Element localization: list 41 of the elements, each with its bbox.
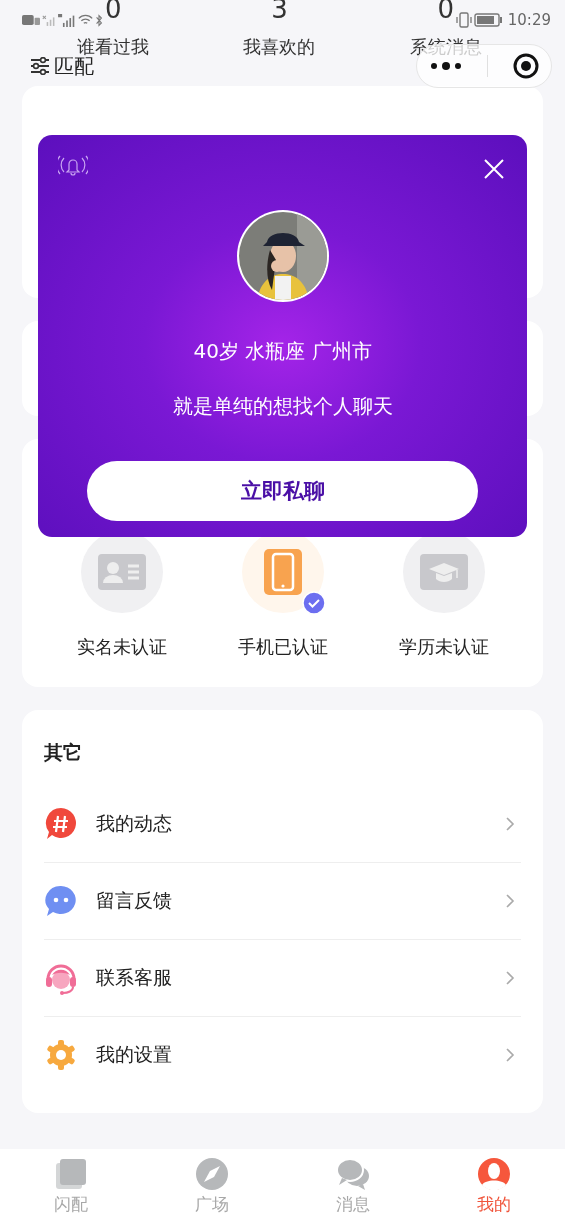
counter-label[interactable]: 我喜欢的 [243, 35, 316, 59]
tab[interactable]: 我的 [444, 1149, 545, 1225]
wifi-icon [78, 14, 93, 26]
bell-ringing-icon [58, 154, 88, 176]
menu-row[interactable]: 留言反馈 [44, 863, 521, 940]
close-icon[interactable] [484, 159, 504, 179]
chat-now-button[interactable]: 立即私聊 [87, 461, 478, 521]
close-target-icon[interactable] [512, 53, 539, 79]
profile-info: 40岁 水瓶座 广州市 [193, 338, 372, 365]
menu-label: 留言反馈 [96, 888, 173, 913]
profile-message: 就是单纯的想找个人聊天 [172, 393, 393, 420]
section-title: 其它 [44, 740, 83, 765]
hashtag-icon [44, 807, 78, 841]
sliders-icon [30, 57, 50, 75]
more-icon[interactable] [429, 61, 462, 71]
chevron-icon [505, 816, 515, 832]
status-time: 10:29 [507, 11, 551, 29]
cards-icon [53, 1157, 88, 1191]
signal-icon [58, 13, 76, 27]
gear-icon [44, 1038, 78, 1072]
verification-label: 手机已认证 [237, 635, 328, 659]
battery-icon [473, 13, 502, 27]
menu-label: 我的动态 [96, 811, 173, 836]
bluetooth-icon [95, 13, 103, 27]
menu-row[interactable]: 联系客服 [44, 940, 521, 1017]
chevron-icon [505, 970, 515, 986]
hd-icon [22, 15, 40, 25]
chat-bubble-icon [44, 884, 78, 918]
menu-row[interactable]: 我的动态 [44, 786, 521, 863]
menu-label: 联系客服 [96, 965, 173, 990]
chevron-icon [505, 1047, 515, 1063]
vibrate-icon [455, 12, 472, 28]
menu-row[interactable]: 我的设置 [44, 1017, 521, 1093]
menu-label: 我的设置 [96, 1042, 173, 1067]
chat-icon [335, 1157, 372, 1191]
verification-label: 学历未认证 [398, 635, 489, 659]
user-icon [477, 1157, 512, 1191]
signal-icon [42, 14, 56, 26]
verification-label: 实名未认证 [76, 635, 167, 659]
chevron-icon [505, 893, 515, 909]
compass-icon [194, 1157, 229, 1191]
